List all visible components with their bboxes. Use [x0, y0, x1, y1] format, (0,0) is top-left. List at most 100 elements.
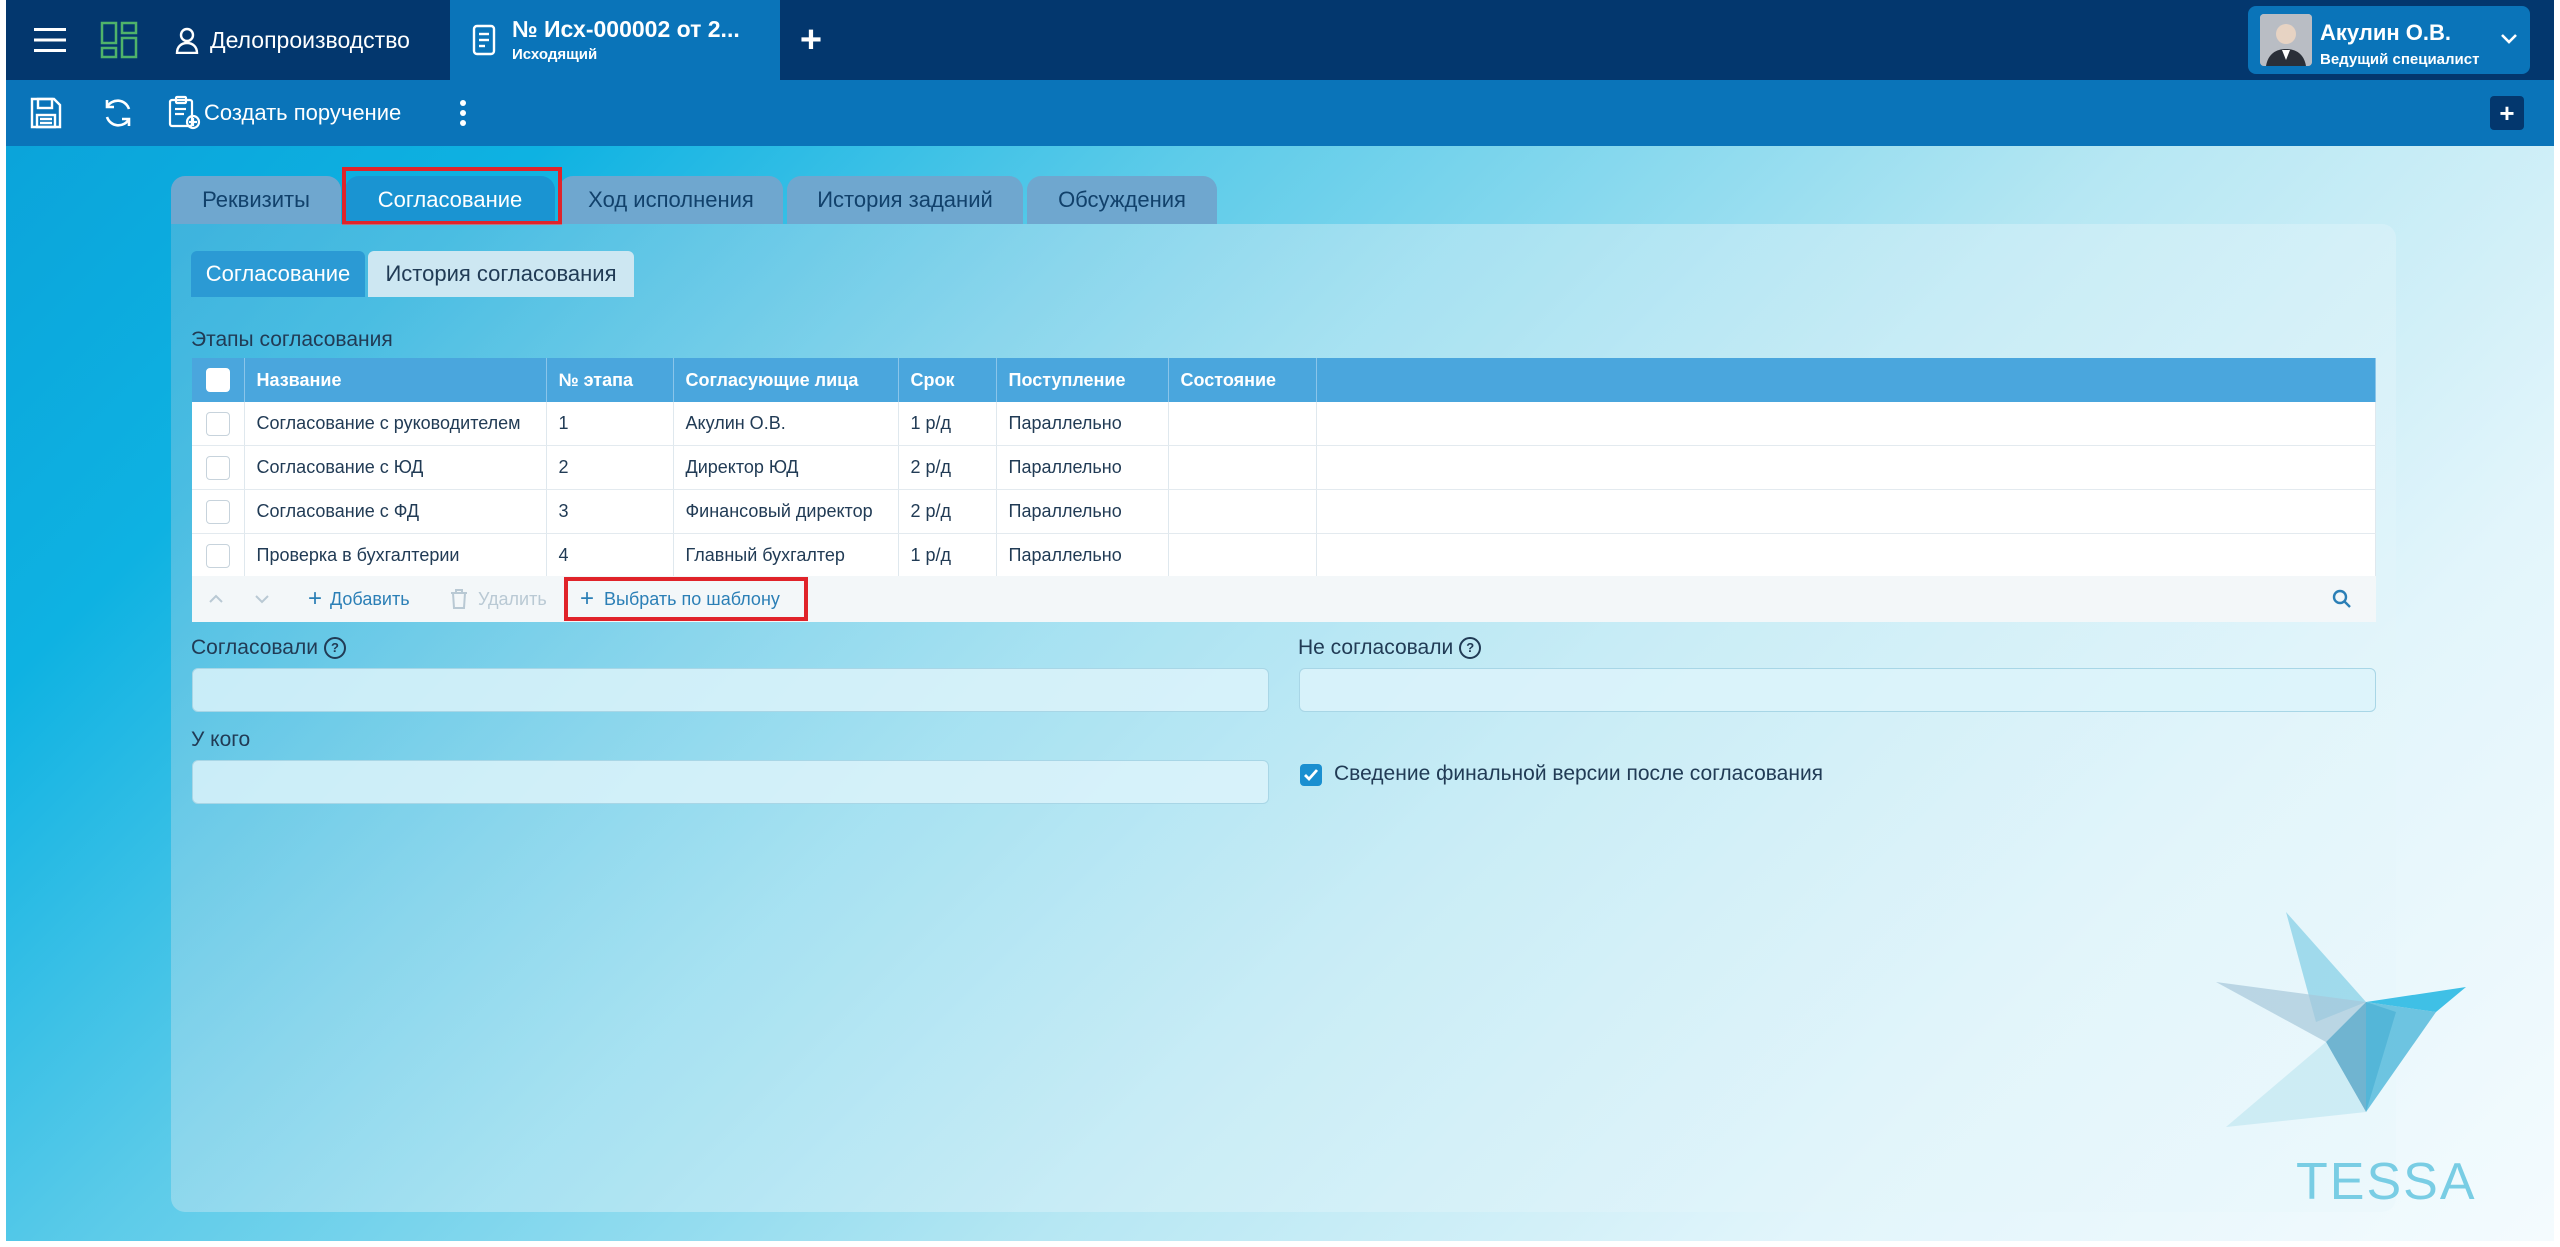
- row-select-cell[interactable]: [192, 445, 245, 490]
- toolbar: Создать поручение: [6, 80, 2554, 146]
- row-checkbox[interactable]: [205, 543, 230, 568]
- table-row[interactable]: Согласование с ФД 3 Финансовый директор …: [192, 489, 2376, 534]
- approved-field[interactable]: [192, 668, 1269, 712]
- table-row[interactable]: Согласование с руководителем 1 Акулин О.…: [192, 402, 2376, 446]
- delete-stage-label: Удалить: [478, 588, 547, 609]
- select-all-checkbox[interactable]: [205, 368, 230, 392]
- column-header[interactable]: № этапа: [546, 358, 674, 402]
- not-approved-label: Не согласовали: [1298, 636, 1454, 659]
- tab-task-history[interactable]: История заданий: [787, 176, 1023, 224]
- row-checkbox[interactable]: [205, 411, 230, 436]
- cell-num: 1: [546, 402, 674, 446]
- move-down-icon[interactable]: [254, 576, 270, 622]
- app-window: Делопроизводство № Исх-000002 от 2... Ис…: [6, 0, 2554, 1241]
- cell-term: 2 р/д: [898, 445, 997, 490]
- stages-action-bar: + Добавить Удалить + Выбрать по шаблону: [192, 576, 2376, 622]
- trash-icon: [451, 589, 467, 609]
- cell-arrival: Параллельно: [996, 489, 1169, 534]
- user-name: Акулин О.В.: [2320, 20, 2451, 45]
- at-whom-label: У кого: [191, 728, 251, 751]
- column-header[interactable]: Название: [244, 358, 547, 402]
- stages-table: Название № этапа Согласующие лица Срок П…: [192, 358, 2376, 578]
- table-row[interactable]: Согласование с ЮД 2 Директор ЮД 2 р/д Па…: [192, 445, 2376, 490]
- column-header[interactable]: Состояние: [1168, 358, 1317, 402]
- cell-filler: [1316, 533, 2376, 578]
- template-button-highlight: [564, 577, 808, 621]
- cell-approvers: Главный бухгалтер: [673, 533, 899, 578]
- approved-label-row: Согласовали ?: [191, 636, 346, 660]
- save-icon[interactable]: [24, 80, 68, 146]
- tab-discussions[interactable]: Обсуждения: [1027, 176, 1217, 224]
- delete-stage-button[interactable]: Удалить: [450, 576, 547, 622]
- cell-arrival: Параллельно: [996, 445, 1169, 490]
- refresh-icon[interactable]: [96, 80, 140, 146]
- document-tab-title: № Исх-000002 от 2...: [512, 16, 740, 42]
- help-icon[interactable]: ?: [1459, 637, 1482, 659]
- cell-term: 1 р/д: [898, 533, 997, 578]
- not-approved-field[interactable]: [1299, 668, 2376, 712]
- table-header-row: Название № этапа Согласующие лица Срок П…: [192, 358, 2376, 402]
- tab-execution[interactable]: Ход исполнения: [559, 176, 783, 224]
- cell-name: Проверка в бухгалтерии: [244, 533, 547, 578]
- cell-num: 2: [546, 445, 674, 490]
- table-row[interactable]: Проверка в бухгалтерии 4 Главный бухгалт…: [192, 533, 2376, 578]
- add-tab-button[interactable]: +: [786, 0, 836, 80]
- cell-approvers: Директор ЮД: [673, 445, 899, 490]
- cell-state: [1168, 533, 1317, 578]
- cell-approvers: Финансовый директор: [673, 489, 899, 534]
- column-header[interactable]: Согласующие лица: [673, 358, 899, 402]
- not-approved-label-row: Не согласовали ?: [1298, 636, 1482, 660]
- dashboard-icon[interactable]: [94, 0, 144, 80]
- tab-requisites[interactable]: Реквизиты: [171, 176, 341, 224]
- cell-filler: [1316, 402, 2376, 446]
- cell-name: Согласование с ЮД: [244, 445, 547, 490]
- cell-arrival: Параллельно: [996, 533, 1169, 578]
- document-tab[interactable]: № Исх-000002 от 2... Исходящий: [450, 0, 780, 80]
- row-checkbox[interactable]: [205, 499, 230, 524]
- approved-label: Согласовали: [191, 636, 318, 659]
- user-menu[interactable]: Акулин О.В. Ведущий специалист: [2248, 6, 2530, 74]
- column-header[interactable]: Срок: [898, 358, 997, 402]
- final-version-label[interactable]: Сведение финальной версии после согласов…: [1334, 762, 1823, 786]
- cell-arrival: Параллельно: [996, 402, 1169, 446]
- user-section-icon: [172, 0, 202, 80]
- cell-filler: [1316, 489, 2376, 534]
- cell-state: [1168, 402, 1317, 446]
- cell-state: [1168, 489, 1317, 534]
- cell-num: 4: [546, 533, 674, 578]
- search-icon[interactable]: [2332, 576, 2352, 622]
- cell-approvers: Акулин О.В.: [673, 402, 899, 446]
- subtab-approval[interactable]: Согласование: [191, 251, 365, 297]
- tab-highlight: [342, 167, 562, 225]
- add-stage-button[interactable]: + Добавить: [308, 576, 410, 622]
- help-icon[interactable]: ?: [323, 637, 346, 659]
- subtab-approval-history[interactable]: История согласования: [368, 251, 634, 297]
- cell-num: 3: [546, 489, 674, 534]
- create-task-button[interactable]: Создать поручение: [204, 100, 401, 126]
- column-header[interactable]: Поступление: [996, 358, 1169, 402]
- app-section-label[interactable]: Делопроизводство: [210, 0, 410, 80]
- select-all-cell[interactable]: [192, 358, 245, 402]
- row-select-cell[interactable]: [192, 533, 245, 578]
- document-icon: [472, 24, 496, 61]
- move-up-icon[interactable]: [208, 576, 224, 622]
- document-tab-subtitle: Исходящий: [512, 46, 598, 63]
- cell-state: [1168, 445, 1317, 490]
- add-stage-label: Добавить: [330, 588, 410, 609]
- row-select-cell[interactable]: [192, 489, 245, 534]
- at-whom-field[interactable]: [192, 760, 1269, 804]
- avatar: [2260, 14, 2312, 66]
- final-version-checkbox[interactable]: [1300, 764, 1322, 786]
- create-task-icon[interactable]: [164, 80, 204, 146]
- toolbar-add-button[interactable]: +: [2490, 96, 2524, 130]
- row-select-cell[interactable]: [192, 402, 245, 446]
- cell-term: 1 р/д: [898, 402, 997, 446]
- top-bar: Делопроизводство № Исх-000002 от 2... Ис…: [6, 0, 2554, 80]
- plus-icon: +: [308, 585, 323, 612]
- stages-title: Этапы согласования: [191, 328, 393, 351]
- row-checkbox[interactable]: [205, 455, 230, 480]
- menu-icon[interactable]: [22, 0, 78, 80]
- more-icon[interactable]: [448, 80, 478, 146]
- tessa-logo-text: TESSA: [2296, 1153, 2477, 1211]
- cell-name: Согласование с ФД: [244, 489, 547, 534]
